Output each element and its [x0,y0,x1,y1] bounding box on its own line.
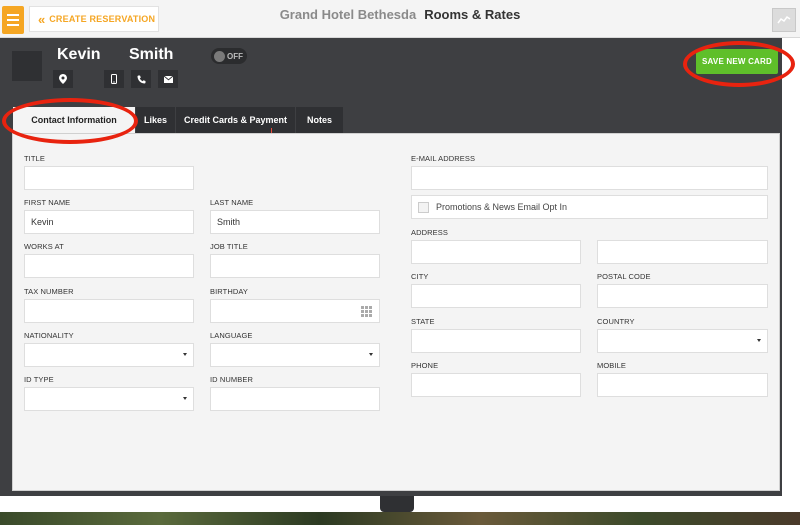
language-label: LANGUAGE [210,331,253,340]
address-label: ADDRESS [411,228,448,237]
background-image-strip [0,512,800,525]
dropdown-caret-icon [757,339,761,342]
promotions-optin-label: Promotions & News Email Opt In [436,202,568,212]
email-icon [163,75,173,83]
location-button[interactable] [53,70,73,88]
chart-icon [777,15,791,24]
promotions-optin[interactable]: Promotions & News Email Opt In [411,195,768,219]
first-name-label: FIRST NAME [24,198,71,207]
page-title: Grand Hotel Bethesda Rooms & Rates [0,7,800,22]
id-number-label: ID NUMBER [210,375,253,384]
first-name-field[interactable]: Kevin [24,210,194,234]
toggle-label: OFF [227,51,243,61]
email-field[interactable] [411,166,768,190]
tax-number-field[interactable] [24,299,194,323]
country-label: COUNTRY [597,317,635,326]
chart-button[interactable] [772,8,796,32]
state-field[interactable] [411,329,581,353]
annotation-circle-contact-tab [2,98,138,144]
vip-toggle[interactable]: OFF [211,48,247,64]
avatar[interactable] [12,51,42,81]
mobile-icon [111,74,117,84]
id-type-label: ID TYPE [24,375,54,384]
panel-frame-left [0,133,12,496]
title-field[interactable] [24,166,194,190]
address-line2-field[interactable] [597,240,768,264]
id-type-select[interactable] [24,387,194,411]
tab-label: Likes [143,115,167,125]
country-select[interactable] [597,329,768,353]
guest-last-name: Smith [129,46,174,63]
calendar-icon[interactable] [361,306,372,317]
email-button[interactable] [158,70,178,88]
mobile-button[interactable] [104,70,124,88]
birthday-label: BIRTHDAY [210,287,249,296]
nationality-label: NATIONALITY [24,331,74,340]
id-number-field[interactable] [210,387,380,411]
location-pin-icon [59,74,67,84]
email-label: E-MAIL ADDRESS [411,154,476,163]
last-name-label: LAST NAME [210,198,254,207]
address-field[interactable] [411,240,581,264]
dropdown-caret-icon [183,353,187,356]
language-select[interactable] [210,343,380,367]
job-title-label: JOB TITLE [210,242,248,251]
tab-notes[interactable]: Notes [296,107,344,133]
birthday-field[interactable] [210,299,380,323]
guest-header: Kevin Smith OFF SAVE NEW CARD [0,38,782,107]
tab-label: Notes [306,115,332,125]
annotation-circle-save-button [683,41,795,87]
mobile-field[interactable] [597,373,768,397]
dropdown-caret-icon [183,397,187,400]
state-label: STATE [411,317,435,326]
phone-field[interactable] [411,373,581,397]
postal-code-field[interactable] [597,284,768,308]
phone-button[interactable] [131,70,151,88]
works-at-field[interactable] [24,254,194,278]
works-at-label: WORKS AT [24,242,64,251]
title-label: TITLE [24,154,45,163]
tab-credit-cards-payment[interactable]: Credit Cards & Payment [176,107,296,133]
panel-frame-right [780,133,782,496]
nationality-select[interactable] [24,343,194,367]
page-name: Rooms & Rates [424,7,521,22]
postal-code-label: POSTAL CODE [597,272,651,281]
tab-likes[interactable]: Likes [136,107,176,133]
tab-label: Credit Cards & Payment [183,115,288,125]
dropdown-caret-icon [369,353,373,356]
top-bar: « CREATE RESERVATION Grand Hotel Bethesd… [0,0,800,38]
city-field[interactable] [411,284,581,308]
job-title-field[interactable] [210,254,380,278]
tax-number-label: TAX NUMBER [24,287,74,296]
guest-first-name: Kevin [57,46,101,63]
promotions-checkbox[interactable] [418,201,429,213]
panel-drag-handle[interactable] [380,496,414,512]
hotel-name: Grand Hotel Bethesda [279,7,417,22]
mobile-label: MOBILE [597,361,626,370]
toggle-knob [214,50,225,62]
phone-label: PHONE [411,361,439,370]
last-name-field[interactable]: Smith [210,210,380,234]
city-label: CITY [411,272,429,281]
phone-icon [137,75,145,83]
